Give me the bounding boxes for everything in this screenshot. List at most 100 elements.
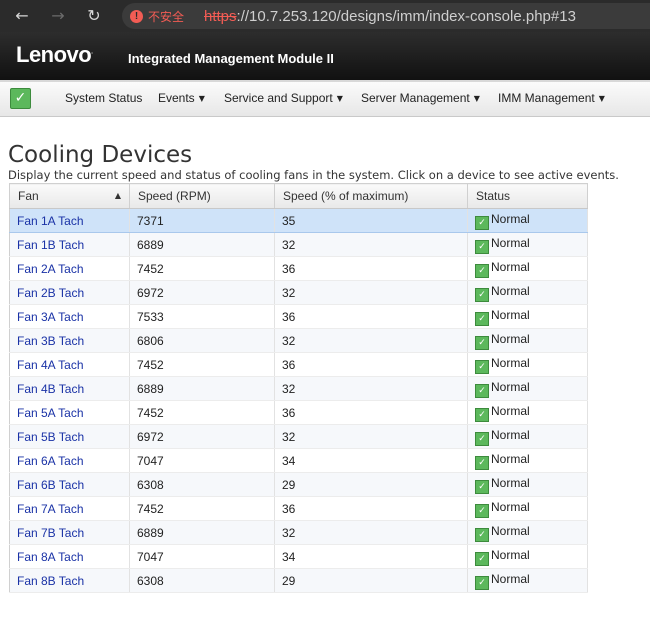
speed-rpm-cell: 7452 [129,496,275,521]
speed-rpm-cell: 7047 [129,448,275,473]
table-row[interactable]: Fan 1B Tach 6889 32 ✓ Normal [9,232,588,257]
column-header-fan[interactable]: Fan ▲ [9,183,130,209]
status-text: Normal [491,547,530,562]
url-text[interactable]: https://10.7.253.120/designs/imm/index-c… [204,8,576,25]
green-check-icon: ✓ [475,359,489,374]
table-row[interactable]: Fan 2A Tach 7452 36 ✓ Normal [9,256,588,281]
menu-system-status[interactable]: System Status [65,91,142,105]
table-row[interactable]: Fan 3B Tach 6806 32 ✓ Normal [9,328,588,353]
green-check-icon: ✓ [475,407,489,422]
table-row[interactable]: Fan 4A Tach 7452 36 ✓ Normal [9,352,588,377]
menu-server-management[interactable]: Server Management ▼ [361,91,480,105]
reload-icon[interactable]: ↻ [84,6,104,26]
green-check-icon: ✓ [475,215,489,230]
sort-up-icon: ▲ [114,191,121,200]
status-cell: ✓ Normal [467,568,588,593]
table-row[interactable]: Fan 8B Tach 6308 29 ✓ Normal [9,568,588,593]
status-cell: ✓ Normal [467,448,588,473]
address-bar[interactable]: ! 不安全 https://10.7.253.120/designs/imm/i… [122,3,650,29]
status-text: Normal [491,427,530,442]
logo-text: Lenovo [16,42,92,67]
fan-name-link[interactable]: Fan 2B Tach [9,280,130,305]
speed-rpm-cell: 7533 [129,304,275,329]
menu-service-and-support[interactable]: Service and Support ▼ [224,91,343,105]
menu-events[interactable]: Events ▼ [158,91,205,105]
fan-name-link[interactable]: Fan 4A Tach [9,352,130,377]
table-row[interactable]: Fan 7A Tach 7452 36 ✓ Normal [9,496,588,521]
fan-name-link[interactable]: Fan 3A Tach [9,304,130,329]
fan-name-link[interactable]: Fan 1A Tach [9,208,130,233]
table-row[interactable]: Fan 3A Tach 7533 36 ✓ Normal [9,304,588,329]
status-cell: ✓ Normal [467,256,588,281]
table-row[interactable]: Fan 6B Tach 6308 29 ✓ Normal [9,472,588,497]
green-check-icon: ✓ [475,527,489,542]
fan-name-link[interactable]: Fan 3B Tach [9,328,130,353]
status-text: Normal [491,331,530,346]
green-check-icon: ✓ [475,239,489,254]
status-cell: ✓ Normal [467,544,588,569]
fan-name-link[interactable]: Fan 8A Tach [9,544,130,569]
fan-name-link[interactable]: Fan 4B Tach [9,376,130,401]
speed-percent-cell: 34 [274,544,468,569]
back-arrow-icon[interactable]: ← [12,6,32,26]
speed-rpm-cell: 6972 [129,424,275,449]
column-header-speed-rpm[interactable]: Speed (RPM) [129,183,275,209]
speed-rpm-cell: 6806 [129,328,275,353]
green-check-icon: ✓ [475,383,489,398]
fan-name-link[interactable]: Fan 6B Tach [9,472,130,497]
column-header-speed-percent[interactable]: Speed (% of maximum) [274,183,468,209]
speed-percent-cell: 36 [274,496,468,521]
fan-name-link[interactable]: Fan 6A Tach [9,448,130,473]
status-cell: ✓ Normal [467,400,588,425]
status-text: Normal [491,379,530,394]
fan-name-link[interactable]: Fan 5A Tach [9,400,130,425]
fan-name-link[interactable]: Fan 8B Tach [9,568,130,593]
menu-label: Events [158,91,195,105]
table-row[interactable]: Fan 2B Tach 6972 32 ✓ Normal [9,280,588,305]
table-row[interactable]: Fan 5B Tach 6972 32 ✓ Normal [9,424,588,449]
green-check-icon: ✓ [475,455,489,470]
green-check-icon: ✓ [475,575,489,590]
menu-imm-management[interactable]: IMM Management ▼ [498,91,605,105]
lenovo-logo: Lenovo. [16,42,93,67]
status-text: Normal [491,283,530,298]
speed-percent-cell: 34 [274,448,468,473]
column-label: Fan [18,189,39,203]
fan-name-link[interactable]: Fan 7B Tach [9,520,130,545]
status-text: Normal [491,307,530,322]
browser-toolbar: ← → ↻ ! 不安全 https://10.7.253.120/designs… [0,0,650,32]
status-text: Normal [491,475,530,490]
green-check-icon[interactable]: ✓ [10,88,31,109]
fan-name-link[interactable]: Fan 5B Tach [9,424,130,449]
status-cell: ✓ Normal [467,424,588,449]
status-cell: ✓ Normal [467,328,588,353]
table-row[interactable]: Fan 1A Tach 7371 35 ✓ Normal [9,208,588,233]
table-row[interactable]: Fan 8A Tach 7047 34 ✓ Normal [9,544,588,569]
fan-name-link[interactable]: Fan 2A Tach [9,256,130,281]
status-cell: ✓ Normal [467,352,588,377]
column-header-status[interactable]: Status [467,183,588,209]
table-row[interactable]: Fan 6A Tach 7047 34 ✓ Normal [9,448,588,473]
status-text: Normal [491,235,530,250]
chevron-down-icon: ▼ [473,94,480,103]
table-row[interactable]: Fan 4B Tach 6889 32 ✓ Normal [9,376,588,401]
green-check-icon: ✓ [475,311,489,326]
status-cell: ✓ Normal [467,232,588,257]
table-row[interactable]: Fan 5A Tach 7452 36 ✓ Normal [9,400,588,425]
column-label: Speed (% of maximum) [283,189,409,203]
forward-arrow-icon[interactable]: → [48,6,68,26]
security-indicator[interactable]: ! 不安全 [130,7,184,25]
speed-percent-cell: 32 [274,328,468,353]
speed-percent-cell: 36 [274,304,468,329]
speed-rpm-cell: 6889 [129,376,275,401]
cooling-devices-table: Fan ▲ Speed (RPM) Speed (% of maximum) St… [9,183,588,593]
status-cell: ✓ Normal [467,520,588,545]
fan-name-link[interactable]: Fan 7A Tach [9,496,130,521]
speed-rpm-cell: 7047 [129,544,275,569]
speed-percent-cell: 36 [274,256,468,281]
speed-rpm-cell: 6889 [129,520,275,545]
table-row[interactable]: Fan 7B Tach 6889 32 ✓ Normal [9,520,588,545]
security-label: 不安全 [148,9,185,24]
table-body: Fan 1A Tach 7371 35 ✓ Normal Fan 1B Tach 6889 3… [9,208,588,593]
fan-name-link[interactable]: Fan 1B Tach [9,232,130,257]
